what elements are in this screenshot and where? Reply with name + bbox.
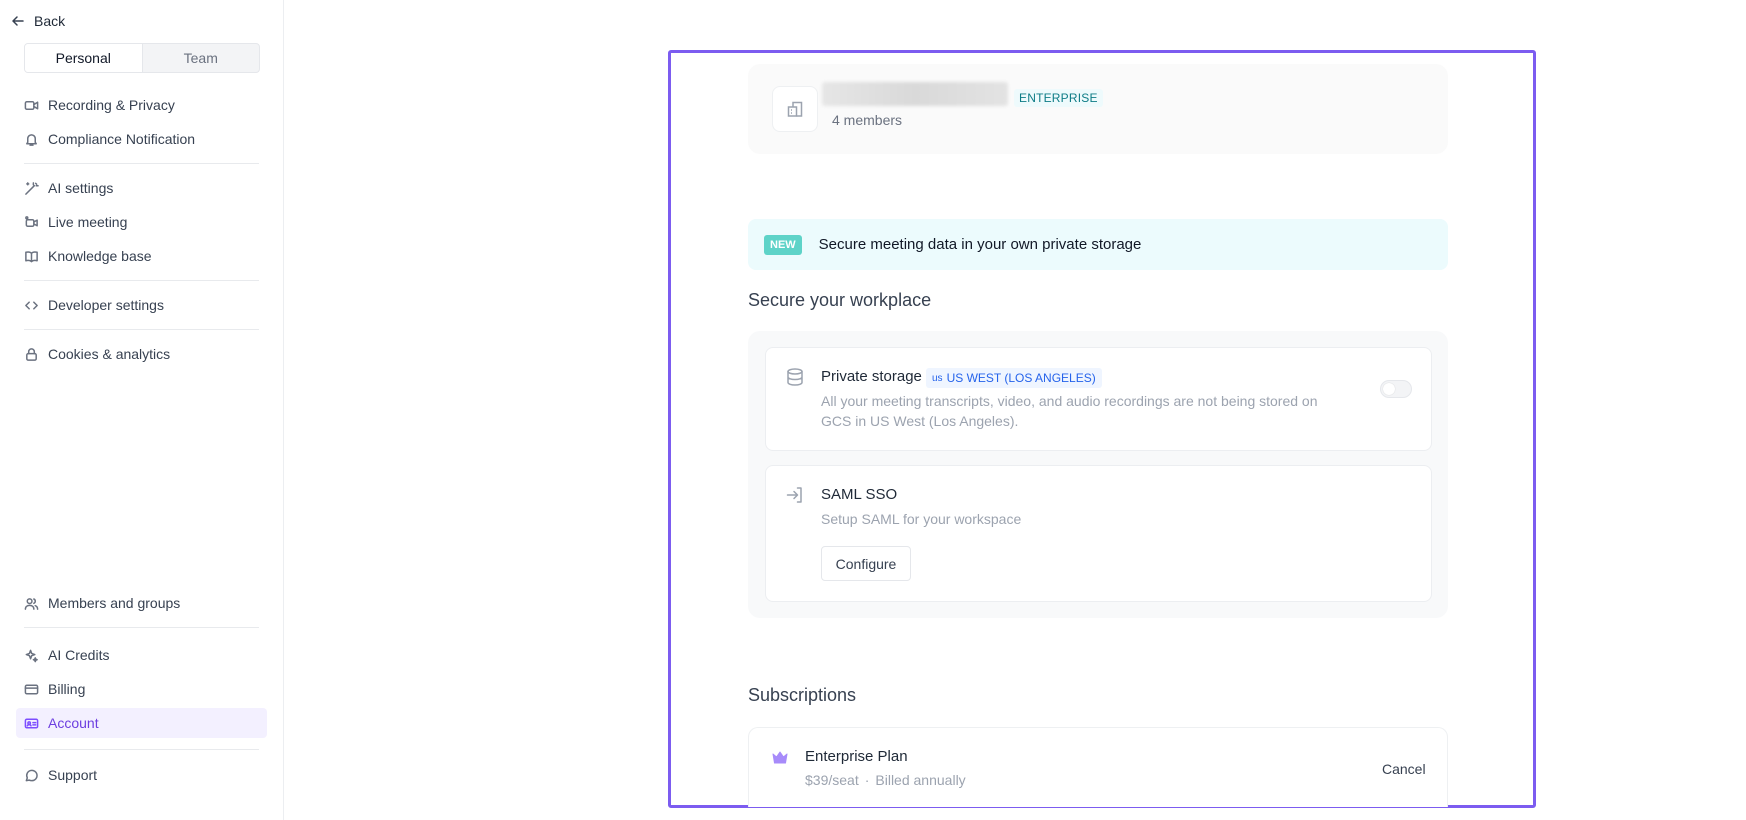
description-line: GCS in US West (Los Angeles). [821,413,1019,429]
sidebar-item-billing[interactable]: Billing [16,674,267,704]
organization-avatar [772,86,818,132]
sidebar-item-members-groups[interactable]: Members and groups [16,588,267,618]
sidebar-item-label: Support [48,767,98,783]
sidebar-divider [24,163,259,164]
sidebar-item-label: Cookies & analytics [48,346,171,362]
sidebar-divider [24,749,259,750]
chat-bubble-icon [25,769,38,781]
region-badge: us US WEST (LOS ANGELES) [926,368,1102,388]
saml-sso-description: Setup SAML for your workspace [821,511,1022,527]
subscription-card [748,727,1448,807]
sidebar-divider [24,627,259,628]
sidebar-item-cookies-analytics[interactable]: Cookies & analytics [16,339,267,369]
bell-icon [26,133,37,146]
sidebar-item-label: AI Credits [48,647,110,663]
banner-text: Secure meeting data in your own private … [818,236,1142,253]
secure-workplace-heading: Secure your workplace [748,290,932,310]
settings-sidebar: Back Personal Team Recording & Privacy C… [0,0,284,820]
code-icon [25,300,38,310]
sidebar-item-label: Developer settings [48,297,164,313]
sidebar-item-label: Members and groups [48,595,181,611]
cancel-subscription-button[interactable]: Cancel [1382,761,1426,777]
id-card-icon [24,718,39,728]
sparkle-icon [25,649,38,662]
sidebar-item-developer-settings[interactable]: Developer settings [16,290,267,320]
sidebar-item-label: Knowledge base [48,248,152,264]
sidebar-divider [24,329,259,330]
private-storage-title: Private storage [821,368,922,385]
configure-button[interactable]: Configure [821,546,911,581]
book-icon [25,250,38,262]
sign-in-icon [786,487,802,503]
lock-icon [26,347,37,361]
users-icon [24,597,39,610]
subscriptions-heading: Subscriptions [748,685,857,705]
sidebar-item-label: Billing [48,681,86,697]
plan-details: $39/seat · Billed annually [805,772,966,788]
saml-sso-title: SAML SSO [821,486,898,503]
sidebar-item-label: Compliance Notification [48,131,196,147]
sidebar-item-knowledge-base[interactable]: Knowledge base [16,241,267,271]
building-icon [787,101,803,117]
meta-separator: · [864,772,870,788]
sidebar-item-label: Recording & Privacy [48,97,175,113]
live-video-icon [25,215,38,227]
organization-name-redacted [822,82,1008,106]
database-icon [787,368,803,386]
arrow-left-icon [12,16,24,26]
description-line: All your meeting transcripts, video, and… [821,393,1318,409]
sidebar-divider [24,280,259,281]
new-badge: NEW [764,234,802,255]
organization-card [748,64,1448,154]
region-country-code: us [932,372,943,384]
member-count: 4 members [832,112,903,128]
sidebar-item-label: Account [48,715,99,731]
private-storage-toggle[interactable] [1380,380,1412,398]
sidebar-item-label: AI settings [48,180,114,196]
private-storage-banner[interactable]: NEW Secure meeting data in your own priv… [748,219,1448,270]
magic-wand-icon [25,181,39,195]
scope-switcher: Personal Team [24,43,260,73]
back-label: Back [34,13,66,29]
sidebar-item-recording-privacy[interactable]: Recording & Privacy [16,90,267,120]
billing-cycle: Billed annually [875,772,966,788]
video-camera-icon [24,100,39,110]
plan-badge: ENTERPRISE [1014,89,1103,107]
plan-price: $39/seat [805,772,859,788]
sidebar-item-compliance-notification[interactable]: Compliance Notification [16,124,267,154]
region-label: US WEST (LOS ANGELES) [946,371,1096,385]
sidebar-item-label: Live meeting [48,214,128,230]
plan-name: Enterprise Plan [805,748,908,765]
private-storage-description: All your meeting transcripts, video, and… [821,391,1318,431]
sidebar-item-live-meeting[interactable]: Live meeting [16,207,267,237]
sidebar-item-account[interactable]: Account [16,708,267,738]
credit-card-icon [24,684,39,694]
tab-personal[interactable]: Personal [25,44,143,72]
crown-icon [772,751,788,764]
back-button[interactable]: Back [10,10,65,32]
tab-team[interactable]: Team [143,44,260,72]
sidebar-item-ai-credits[interactable]: AI Credits [16,640,267,670]
sidebar-item-support[interactable]: Support [16,760,267,790]
sidebar-item-ai-settings[interactable]: AI settings [16,173,267,203]
